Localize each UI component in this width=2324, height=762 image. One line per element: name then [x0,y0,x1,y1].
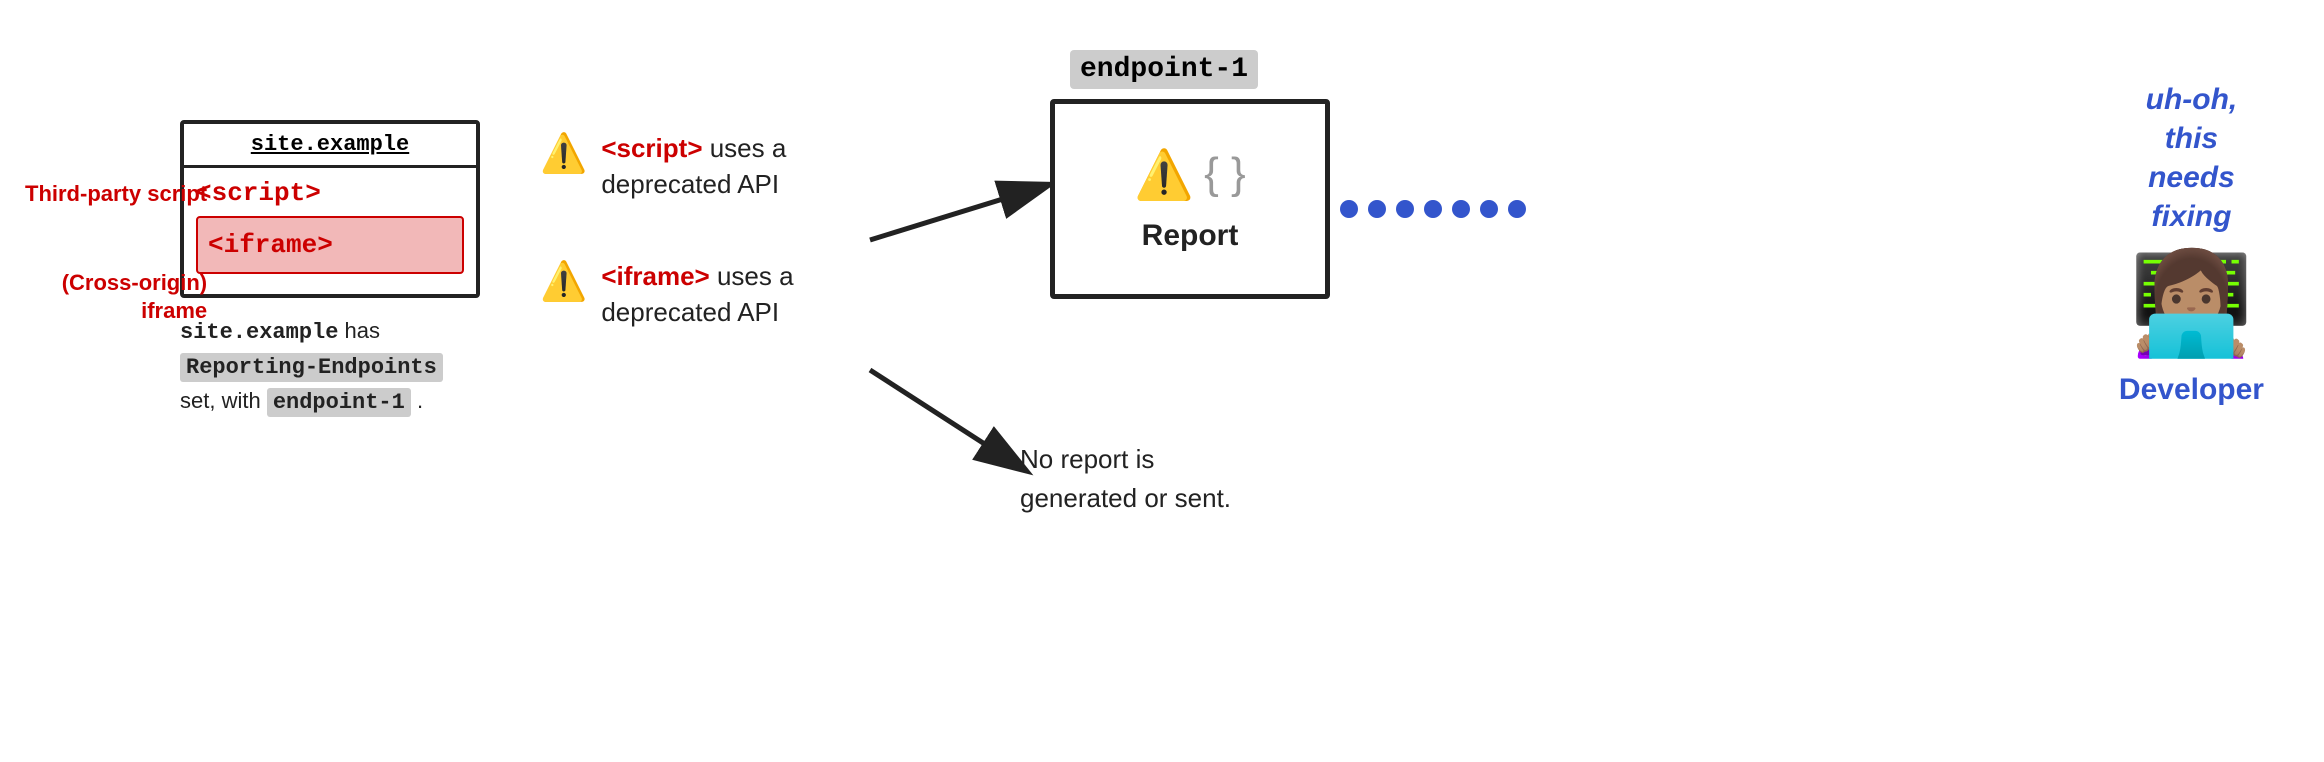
dot-1 [1340,200,1358,218]
dot-4 [1424,200,1442,218]
iframe-tag-box: <iframe> [196,216,464,274]
endpoint-label: endpoint-1 [1070,50,1258,89]
dot-5 [1452,200,1470,218]
site-box-wrapper: Third-party script (Cross-origin)iframe … [180,120,480,419]
alert-item-script: ⚠️ <script> uses a deprecated API [540,130,881,203]
no-report-text: No report isgenerated or sent. [1020,440,1231,518]
endpoint-icons: ⚠️ { } [1134,146,1245,203]
alert-text-script: <script> uses a deprecated API [601,130,881,203]
uh-oh-text: uh-oh,thisneedsfixing [2119,80,2264,236]
third-party-script-label: Third-party script [25,180,207,209]
side-labels: Third-party script (Cross-origin)iframe [25,180,207,326]
desc-has-text: has [338,318,380,343]
warning-icon-script: ⚠️ [540,132,587,176]
alert-item-iframe: ⚠️ <iframe> uses a deprecated API [540,258,881,331]
endpoint-box: ⚠️ { } Report [1050,99,1330,299]
cross-origin-iframe-label: (Cross-origin)iframe [25,269,207,326]
dotted-line [1340,200,1526,218]
alert-text-iframe: <iframe> uses a deprecated API [601,258,881,331]
endpoint-json-icon: { } [1204,149,1246,199]
developer-section: uh-oh,thisneedsfixing 👩🏽‍💻 Developer [2119,80,2264,407]
site-box-content: <script> <iframe> [184,168,476,284]
desc-reporting-endpoints: Reporting-Endpoints [180,353,443,382]
endpoint-report-label: Report [1142,219,1239,253]
site-box: site.example <script> <iframe> [180,120,480,298]
warning-icon-iframe: ⚠️ [540,260,587,304]
diagram-container: Third-party script (Cross-origin)iframe … [0,0,2324,762]
desc-dot: . [411,388,423,413]
site-example-title: site.example [251,132,409,157]
iframe-tag: <iframe> [208,230,333,260]
developer-label: Developer [2119,373,2264,407]
dot-2 [1368,200,1386,218]
alerts-section: ⚠️ <script> uses a deprecated API ⚠️ <if… [540,130,881,386]
developer-emoji: 👩🏽‍💻 [2119,246,2264,363]
endpoint-wrapper: endpoint-1 ⚠️ { } Report [1050,50,1330,299]
desc-set-with: set, with [180,388,267,413]
script-tag: <script> [196,178,464,208]
no-report-section: No report isgenerated or sent. [1020,440,1231,518]
site-box-title-bar: site.example [184,124,476,168]
dot-7 [1508,200,1526,218]
alert-iframe-tag: <iframe> [601,261,709,291]
endpoint-warning-icon: ⚠️ [1134,146,1194,203]
dot-6 [1480,200,1498,218]
desc-endpoint1: endpoint-1 [267,388,411,417]
dot-3 [1396,200,1414,218]
site-box-description: site.example has Reporting-Endpoints set… [180,314,480,419]
alert-script-tag: <script> [601,133,702,163]
